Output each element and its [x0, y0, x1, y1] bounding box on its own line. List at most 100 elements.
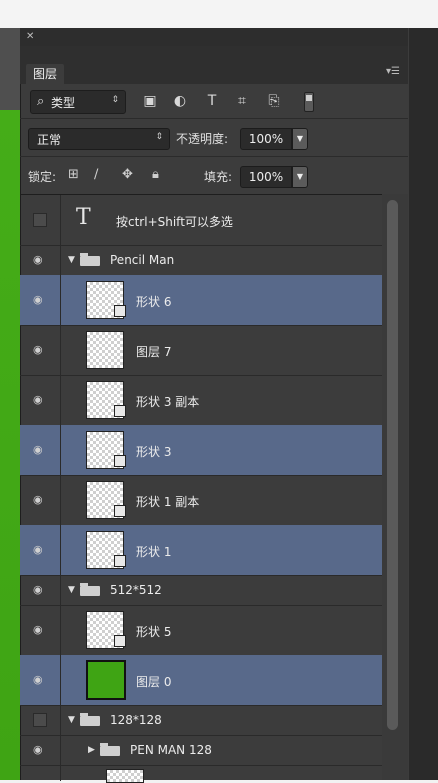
- group-row[interactable]: ◉ ▶ PEN MAN 128: [20, 735, 382, 766]
- group-row[interactable]: ◉ ▼ 512*512: [20, 575, 382, 606]
- visibility-toggle[interactable]: ◉: [20, 605, 61, 655]
- lock-position-icon[interactable]: ✥: [122, 167, 133, 182]
- vector-mask-icon: [114, 305, 126, 317]
- eye-icon: ◉: [33, 393, 43, 406]
- blend-mode-select[interactable]: 正常 ⇕: [28, 128, 170, 150]
- eye-icon: ◉: [33, 673, 43, 686]
- expand-triangle-icon[interactable]: ▼: [68, 255, 75, 265]
- layer-row[interactable]: ◉ 图层 0: [20, 655, 382, 706]
- group-name: 512*512: [110, 583, 162, 597]
- canvas-edge: [0, 28, 20, 780]
- layer-name: 形状 1: [136, 545, 172, 559]
- group-name: 128*128: [110, 713, 162, 727]
- eye-icon: ◉: [33, 343, 43, 356]
- window-top-bar: [0, 0, 438, 28]
- layer-row[interactable]: ◉ 形状 3: [20, 425, 382, 476]
- layer-name: 形状 1 副本: [136, 495, 200, 509]
- eye-icon: ◉: [33, 583, 43, 596]
- lock-all-icon[interactable]: 🔒︎: [152, 167, 159, 182]
- visibility-toggle[interactable]: ◉: [20, 245, 61, 275]
- blend-mode-value: 正常: [37, 133, 62, 147]
- filter-toggle-dot: [306, 95, 312, 101]
- layer-row[interactable]: ◉ 形状 1 副本: [20, 475, 382, 526]
- search-icon: ⌕: [37, 94, 45, 109]
- folder-icon: [80, 253, 100, 266]
- visibility-off-box: [33, 713, 47, 727]
- canvas-green-area: [0, 110, 20, 780]
- layer-name: 图层 7: [136, 345, 172, 359]
- visibility-toggle[interactable]: [20, 195, 61, 245]
- eye-icon: ◉: [33, 623, 43, 636]
- chevron-updown-icon: ⇕: [155, 132, 163, 142]
- group-row[interactable]: ◉ ▼ Pencil Man: [20, 245, 382, 276]
- visibility-toggle[interactable]: ◉: [20, 525, 61, 575]
- layer-thumbnail: [86, 331, 124, 369]
- layer-name: 形状 6: [136, 295, 172, 309]
- tab-layers[interactable]: 图层: [26, 64, 64, 84]
- layer-row[interactable]: ◉ 形状 1: [20, 525, 382, 576]
- visibility-toggle[interactable]: ◉: [20, 325, 61, 375]
- layer-row[interactable]: ◉ 形状 6: [20, 275, 382, 326]
- opacity-input[interactable]: 100%: [240, 128, 292, 150]
- lock-transparent-icon[interactable]: ⊞: [68, 167, 79, 182]
- layer-row[interactable]: ◉ 图层 7: [20, 325, 382, 376]
- visibility-toggle[interactable]: ◉: [20, 375, 61, 425]
- visibility-toggle[interactable]: ◉: [20, 575, 61, 605]
- panel-title-strip: ✕: [20, 28, 408, 46]
- vector-mask-icon: [114, 555, 126, 567]
- visibility-toggle[interactable]: ◉: [20, 655, 61, 705]
- expand-triangle-icon[interactable]: ▼: [68, 585, 75, 595]
- layer-row[interactable]: ◉ 形状 3 副本: [20, 375, 382, 426]
- layers-list: T 按ctrl+Shift可以多选 ◉ ▼ Pencil Man ◉ 形状 6 …: [20, 194, 382, 783]
- layer-row[interactable]: ◉ 形状 5: [20, 605, 382, 656]
- blend-row: 正常 ⇕ 不透明度: 100% ▼: [20, 118, 408, 157]
- eye-icon: ◉: [33, 493, 43, 506]
- folder-icon: [80, 713, 100, 726]
- fill-dropdown-button[interactable]: ▼: [292, 166, 308, 188]
- fill-label: 填充:: [204, 170, 233, 184]
- visibility-toggle[interactable]: ◉: [20, 275, 61, 325]
- lock-pixels-icon[interactable]: ∕: [94, 167, 98, 182]
- collapse-triangle-icon[interactable]: ▶: [88, 745, 95, 755]
- opacity-dropdown-button[interactable]: ▼: [292, 128, 308, 150]
- panel-menu-icon[interactable]: ▾☰: [386, 66, 400, 77]
- layer-thumbnail: [106, 769, 144, 783]
- folder-icon: [100, 743, 120, 756]
- type-filter-icon[interactable]: T: [204, 93, 220, 109]
- vector-mask-icon: [114, 455, 126, 467]
- layer-name: 形状 3 副本: [136, 395, 200, 409]
- scrollbar-thumb[interactable]: [387, 200, 398, 730]
- visibility-off-box: [33, 213, 47, 227]
- adjustment-filter-icon[interactable]: ◐: [172, 93, 188, 109]
- close-icon[interactable]: ✕: [26, 31, 34, 42]
- filter-kind-select[interactable]: ⌕ 类型 ⇕: [30, 90, 126, 114]
- folder-icon: [80, 583, 100, 596]
- filter-toggle-switch[interactable]: [304, 92, 314, 112]
- expand-triangle-icon[interactable]: ▼: [68, 715, 75, 725]
- lock-label: 锁定:: [28, 170, 57, 184]
- group-row[interactable]: ▼ 128*128: [20, 705, 382, 736]
- layer-name: 形状 3: [136, 445, 172, 459]
- visibility-toggle[interactable]: ◉: [20, 475, 61, 525]
- smartobject-filter-icon[interactable]: ⎘: [266, 93, 282, 109]
- visibility-toggle[interactable]: [20, 705, 61, 735]
- layer-row[interactable]: [20, 765, 382, 783]
- opacity-label: 不透明度:: [176, 132, 229, 146]
- vector-mask-icon: [114, 505, 126, 517]
- filter-row: ⌕ 类型 ⇕ ▣ ◐ T ⌗ ⎘: [20, 84, 408, 118]
- group-name: PEN MAN 128: [130, 743, 212, 757]
- visibility-toggle[interactable]: [20, 765, 61, 781]
- visibility-toggle[interactable]: ◉: [20, 425, 61, 475]
- layer-row[interactable]: T 按ctrl+Shift可以多选: [20, 195, 382, 246]
- image-filter-icon[interactable]: ▣: [142, 93, 158, 109]
- visibility-toggle[interactable]: ◉: [20, 735, 61, 765]
- chevron-updown-icon: ⇕: [111, 95, 119, 105]
- group-name: Pencil Man: [110, 253, 175, 267]
- eye-icon: ◉: [33, 543, 43, 556]
- eye-icon: ◉: [33, 253, 43, 266]
- vector-mask-icon: [114, 405, 126, 417]
- layers-scrollbar[interactable]: [382, 194, 408, 780]
- shape-filter-icon[interactable]: ⌗: [234, 93, 250, 109]
- eye-icon: ◉: [33, 743, 43, 756]
- fill-input[interactable]: 100%: [240, 166, 292, 188]
